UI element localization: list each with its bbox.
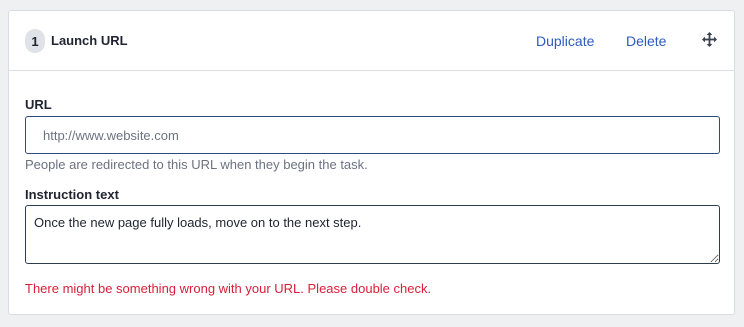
delete-button[interactable]: Delete [626,32,666,50]
duplicate-button[interactable]: Duplicate [536,32,594,50]
step-title: Launch URL [51,33,128,48]
url-help-text: People are redirected to this URL when t… [25,157,368,172]
url-label: URL [25,97,52,112]
step-card: 1 Launch URL Duplicate Delete URL People… [8,10,735,315]
move-arrows-icon[interactable] [702,32,717,47]
instruction-text-field[interactable] [25,205,720,264]
instruction-text-label: Instruction text [25,187,119,202]
step-card-header: 1 Launch URL Duplicate Delete [9,11,734,71]
url-input[interactable] [25,116,720,154]
step-number-badge: 1 [25,29,45,53]
url-error-message: There might be something wrong with your… [25,281,432,296]
